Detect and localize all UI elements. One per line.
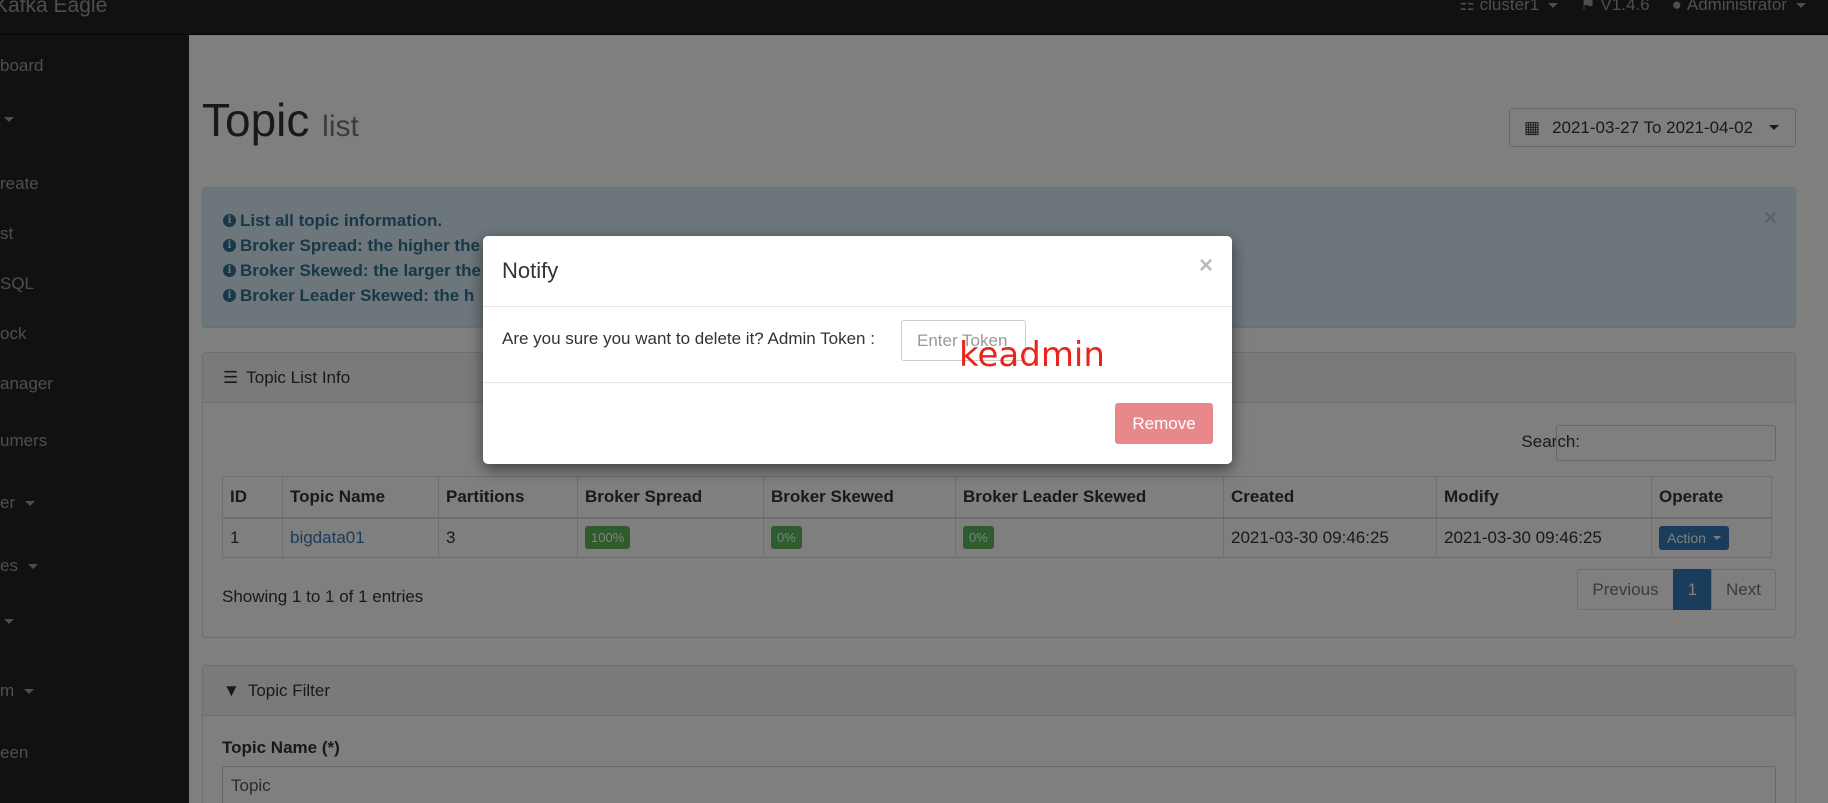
modal-header: Notify × bbox=[483, 236, 1232, 307]
remove-button[interactable]: Remove bbox=[1115, 403, 1213, 444]
modal-title: Notify bbox=[502, 258, 559, 283]
annotation-text: keadmin bbox=[959, 335, 1105, 375]
modal-message: Are you sure you want to delete it? Admi… bbox=[502, 329, 875, 348]
modal-close-button[interactable]: × bbox=[1199, 252, 1213, 280]
modal-body: Are you sure you want to delete it? Admi… bbox=[483, 307, 1232, 383]
modal-footer: Remove bbox=[483, 383, 1232, 463]
notify-modal: Notify × Are you sure you want to delete… bbox=[483, 236, 1232, 464]
